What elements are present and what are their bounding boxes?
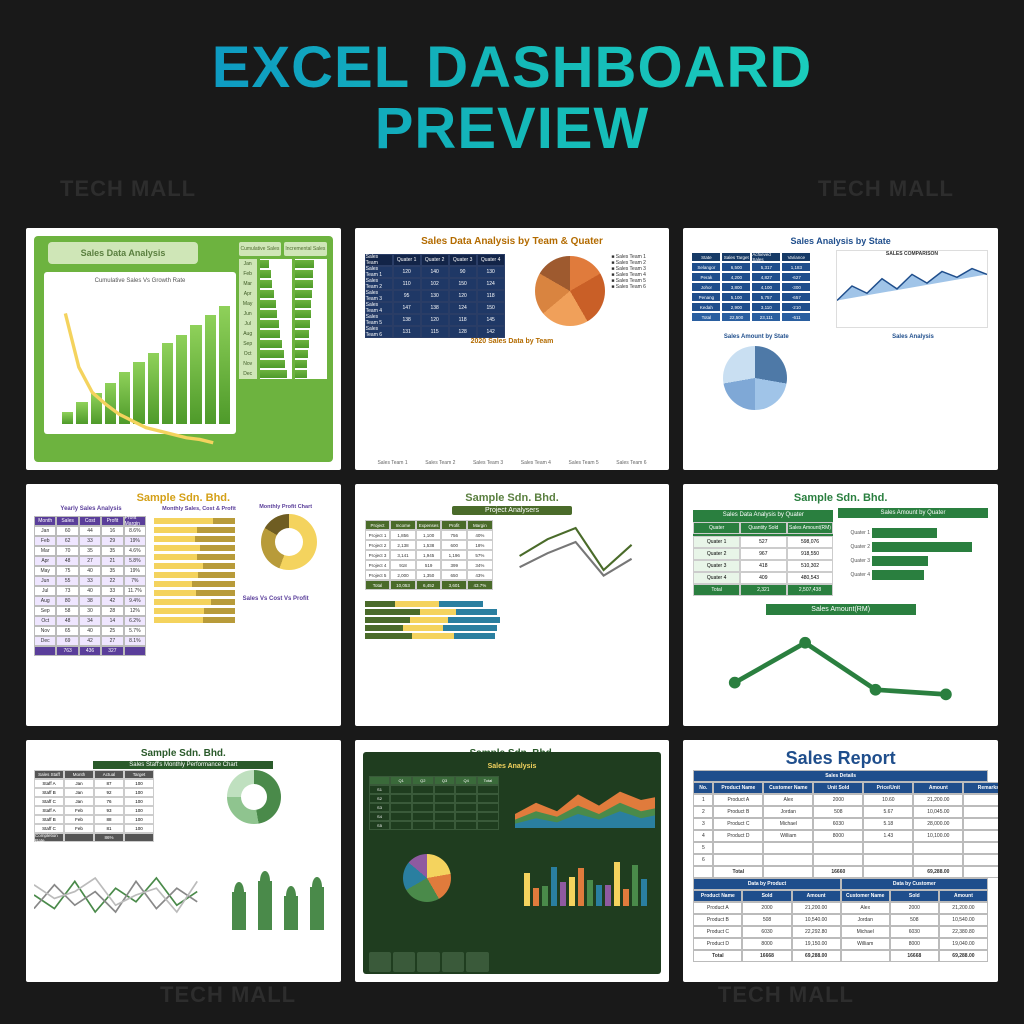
data-table: MonthSalesCostProfitProfit MarginJan6044… (34, 516, 146, 656)
kpi-sidebar: Cumulative Sales Incremental Sales JanFe… (239, 242, 327, 456)
line-chart (509, 514, 659, 584)
stacked-area-chart (515, 770, 655, 830)
data-table: Sales StaffMonthActualTargetStaff AJan87… (34, 770, 154, 842)
data-table: Q1Q2Q3Q4TotalS1S2S3S4S5 (369, 776, 499, 830)
brand-label: Sample Sdn. Bhd. (691, 492, 990, 504)
bar-chart: Sales Analysis (838, 334, 988, 430)
thumbnail-sales-data-analysis[interactable]: Sales Data Analysis Cumulative Sales Vs … (26, 228, 341, 470)
thumbnail-project-analysers[interactable]: Sample Sdn. Bhd. Project Analysers Proje… (355, 484, 670, 726)
bar-chart (223, 860, 333, 930)
pie-chart (723, 346, 787, 410)
legend: Sales Team 1Sales Team 2Sales Team 3Sale… (611, 254, 661, 290)
filter-buttons[interactable] (369, 952, 489, 972)
thumbnail-grid: Sales Data Analysis Cumulative Sales Vs … (26, 228, 998, 982)
thumbnail-yearly-sales[interactable]: Sample Sdn. Bhd. Yearly Sales Analysis M… (26, 484, 341, 726)
chart-title: Monthly Profit Chart (241, 504, 331, 510)
grouped-bar-chart (509, 600, 659, 680)
grouped-bar-chart (221, 610, 331, 680)
watermark: TECH MALL (60, 176, 196, 202)
chart-title: Sales Analysis by State (691, 236, 990, 246)
subtitle: Sales Staff's Monthly Performance Chart (93, 761, 273, 769)
thumbnail-staff-performance[interactable]: Sample Sdn. Bhd. Sales Staff's Monthly P… (26, 740, 341, 982)
donut-chart (261, 514, 317, 570)
chart-title: Sales Amount by State (691, 334, 821, 340)
thumbnail-quarter-sales[interactable]: Sample Sdn. Bhd. Sales Data Analysis by … (683, 484, 998, 726)
page-title: EXCEL DASHBOARD PREVIEW (0, 0, 1024, 160)
data-table: Sales TeamQuater 1Quater 2Quater 3Quater… (365, 254, 505, 338)
bar-line-chart: Cumulative Sales Vs Growth Rate (44, 272, 236, 434)
subtitle: 2020 Sales Data by Team (355, 338, 670, 345)
area-chart: SALES COMPARISON (836, 250, 988, 328)
pie-chart (535, 256, 605, 326)
brand-label: Sample Sdn. Bhd. (363, 492, 662, 504)
donut-chart (227, 770, 281, 824)
table-title: Yearly Sales Analysis (36, 506, 146, 512)
data-table: ProjectIncomeExpensesProfitMarginProject… (365, 520, 493, 590)
chart-title: Sales Data Analysis by Team & Quater (363, 236, 662, 247)
report-table: Sales DetailsNo.Product NameCustomer Nam… (693, 770, 988, 962)
stacked-bar-chart (154, 516, 244, 624)
watermark: TECH MALL (160, 982, 296, 1008)
brand-label: Sample Sdn. Bhd. (34, 748, 333, 759)
thumbnail-sales-report[interactable]: Sales Report Sales DetailsNo.Product Nam… (683, 740, 998, 982)
grouped-bar-chart (369, 358, 656, 456)
chart-title: Sales Data Analysis (48, 242, 198, 264)
subtitle: Sales Analysis (363, 763, 662, 770)
bar-chart (515, 844, 655, 906)
watermark: TECH MALL (718, 982, 854, 1008)
chart-title: Monthly Sales, Cost & Profit (154, 506, 244, 512)
brand-label: Sample Sdn. Bhd. (34, 492, 333, 504)
watermark: TECH MALL (818, 176, 954, 202)
thumbnail-team-quarter[interactable]: Sales Data Analysis by Team & Quater Sal… (355, 228, 670, 470)
line-chart (723, 624, 958, 718)
chart-title: Sales Amount(RM) (766, 604, 916, 615)
stacked-hbar-chart (365, 600, 505, 680)
hbar-chart: Sales Amount by Quater Quater 1Quater 2Q… (838, 508, 988, 598)
report-title: Sales Report (691, 748, 990, 769)
data-table: Sales Data Analysis by Quater QuaterQuan… (693, 510, 833, 596)
thumbnail-state-analysis[interactable]: Sales Analysis by State StateSales Targe… (683, 228, 998, 470)
data-table: StateSales TargetAchieved SalesVarianceS… (691, 252, 811, 322)
thumbnail-dark-sales-analysis[interactable]: Sample Sdn. Bhd. Sales Analysis Q1Q2Q3Q4… (355, 740, 670, 982)
pie-chart (403, 854, 451, 902)
chart-title: Sales Vs Cost Vs Profit (221, 596, 331, 602)
multi-line-chart (34, 860, 204, 930)
